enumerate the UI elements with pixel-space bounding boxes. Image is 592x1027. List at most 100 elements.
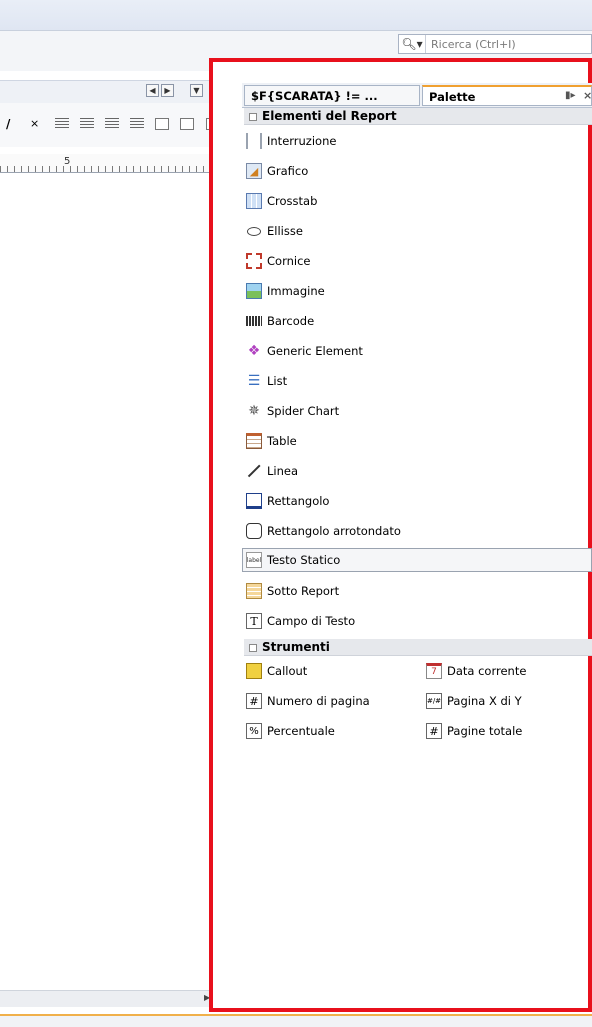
palette-item-label: Spider Chart — [267, 404, 340, 418]
dropdown-icon[interactable]: ▼ — [190, 84, 203, 97]
align-center-icon[interactable] — [80, 118, 94, 130]
search-placeholder: Ricerca (Ctrl+I) — [431, 37, 516, 51]
tab-expression[interactable]: $F{SCARATA} != ... — [244, 85, 420, 106]
palette-item-numero-di-pagina[interactable]: # Numero di pagina — [246, 691, 370, 711]
category-label: Strumenti — [262, 640, 330, 654]
palette-item-label: Callout — [267, 664, 308, 678]
palette-item-label: Grafico — [267, 164, 309, 178]
palette-item-pagina-x-di-y[interactable]: #/# Pagina X di Y — [426, 691, 522, 711]
palette-item-interruzione[interactable]: Interruzione — [246, 131, 336, 151]
palette-item-label: Rettangolo arrotondato — [267, 524, 401, 538]
barcode-icon — [246, 316, 262, 326]
palette-item-list[interactable]: ☰ List — [246, 371, 287, 391]
frame-icon — [246, 253, 262, 269]
palette-item-percentuale[interactable]: % Percentuale — [246, 721, 335, 741]
palette-item-label: Percentuale — [267, 724, 335, 738]
horizontal-scrollbar[interactable]: ▶ — [0, 990, 216, 1007]
palette-item-pagine-totale[interactable]: # Pagine totale — [426, 721, 522, 741]
palette-item-barcode[interactable]: Barcode — [246, 311, 314, 331]
palette-item-data-corrente[interactable]: 7 Data corrente — [426, 661, 526, 681]
text-box-2-icon[interactable] — [180, 118, 194, 130]
total-pages-icon: # — [426, 723, 442, 739]
search-input[interactable]: 🔍︎▾ Ricerca (Ctrl+I) — [398, 34, 592, 54]
palette-item-label: Data corrente — [447, 664, 527, 678]
crosstab-icon — [246, 193, 262, 209]
palette-item-label: Pagina X di Y — [447, 694, 522, 708]
static-text-icon: label — [246, 552, 262, 568]
line-icon — [246, 463, 262, 479]
rectangle-icon — [246, 493, 262, 509]
palette-item-ellisse[interactable]: Ellisse — [246, 221, 303, 241]
collapse-icon[interactable] — [249, 112, 257, 121]
palette-item-label: Generic Element — [267, 344, 363, 358]
subreport-icon — [246, 583, 262, 599]
list-icon: ☰ — [247, 373, 261, 389]
category-report-elements[interactable]: Elementi del Report — [244, 108, 592, 125]
palette-item-crosstab[interactable]: Crosstab — [246, 191, 317, 211]
palette-item-callout[interactable]: Callout — [246, 661, 307, 681]
tab-expression-label: $F{SCARATA} != ... — [251, 89, 378, 103]
scroll-right-icon[interactable]: ▶ — [161, 84, 174, 97]
palette-item-label: Barcode — [267, 314, 315, 328]
palette-item-label: Linea — [267, 464, 299, 478]
palette-item-testo-statico[interactable]: label Testo Statico — [246, 550, 340, 570]
image-icon — [246, 283, 262, 299]
search-icon[interactable]: 🔍︎▾ — [399, 35, 426, 53]
palette-item-table[interactable]: Table — [246, 431, 297, 451]
table-icon — [246, 433, 262, 449]
palette-item-label: Table — [267, 434, 297, 448]
generic-element-icon: ❖ — [247, 343, 261, 359]
scroll-left-icon[interactable]: ◀ — [146, 84, 159, 97]
palette-item-campo-di-testo[interactable]: T Campo di Testo — [246, 611, 355, 631]
palette-item-grafico[interactable]: ◢ Grafico — [246, 161, 308, 181]
ellipse-icon — [246, 223, 262, 239]
text-box-icon[interactable] — [155, 118, 169, 130]
palette-item-cornice[interactable]: Cornice — [246, 251, 310, 271]
palette-item-label: Immagine — [267, 284, 325, 298]
ruler-label: 5 — [64, 156, 71, 167]
palette-item-label: Crosstab — [267, 194, 318, 208]
align-justify-icon[interactable] — [130, 118, 144, 130]
palette-item-rettangolo[interactable]: Rettangolo — [246, 491, 329, 511]
palette-item-label: Rettangolo — [267, 494, 330, 508]
status-bar — [0, 1014, 592, 1027]
tab-palette[interactable]: Palette ▮▸ × — [422, 85, 592, 106]
palette-item-label: Testo Statico — [267, 553, 341, 567]
palette-item-label: Numero di pagina — [267, 694, 370, 708]
spider-chart-icon: ✵ — [248, 403, 260, 419]
close-icon[interactable]: × — [583, 89, 591, 102]
palette-item-rettangolo-arrotondato[interactable]: Rettangolo arrotondato — [246, 521, 401, 541]
palette-item-label: Ellisse — [267, 224, 303, 238]
palette-item-sotto-report[interactable]: Sotto Report — [246, 581, 339, 601]
ruler-ticks — [0, 166, 232, 172]
percentage-icon: % — [246, 723, 262, 739]
page-number-icon: # — [246, 693, 262, 709]
minimize-icon[interactable]: ▮▸ — [565, 90, 576, 101]
chart-icon: ◢ — [246, 163, 262, 179]
palette-item-label: Interruzione — [267, 134, 337, 148]
category-label: Elementi del Report — [262, 109, 397, 123]
palette-item-label: List — [267, 374, 288, 388]
main-toolbar — [0, 0, 592, 31]
current-date-icon: 7 — [426, 663, 442, 679]
palette-item-label: Campo di Testo — [267, 614, 356, 628]
page-break-icon — [246, 133, 262, 149]
palette-item-label: Pagine totale — [447, 724, 523, 738]
palette-item-immagine[interactable]: Immagine — [246, 281, 325, 301]
palette-item-spider-chart[interactable]: ✵ Spider Chart — [246, 401, 339, 421]
collapse-icon[interactable] — [249, 643, 257, 652]
palette-item-label: Sotto Report — [267, 584, 340, 598]
italic-icon[interactable]: / — [6, 118, 16, 130]
palette-item-generic-element[interactable]: ❖ Generic Element — [246, 341, 363, 361]
strikethrough-icon[interactable]: ⨯ — [30, 118, 44, 130]
page-x-of-y-icon: #/# — [426, 693, 442, 709]
callout-icon — [246, 663, 262, 679]
text-field-icon: T — [246, 613, 262, 629]
palette-item-linea[interactable]: Linea — [246, 461, 298, 481]
palette-item-label: Cornice — [267, 254, 311, 268]
rounded-rectangle-icon — [246, 523, 262, 539]
align-left-icon[interactable] — [55, 118, 69, 130]
align-right-icon[interactable] — [105, 118, 119, 130]
category-tools[interactable]: Strumenti — [244, 639, 592, 656]
tab-palette-label: Palette — [429, 90, 476, 104]
